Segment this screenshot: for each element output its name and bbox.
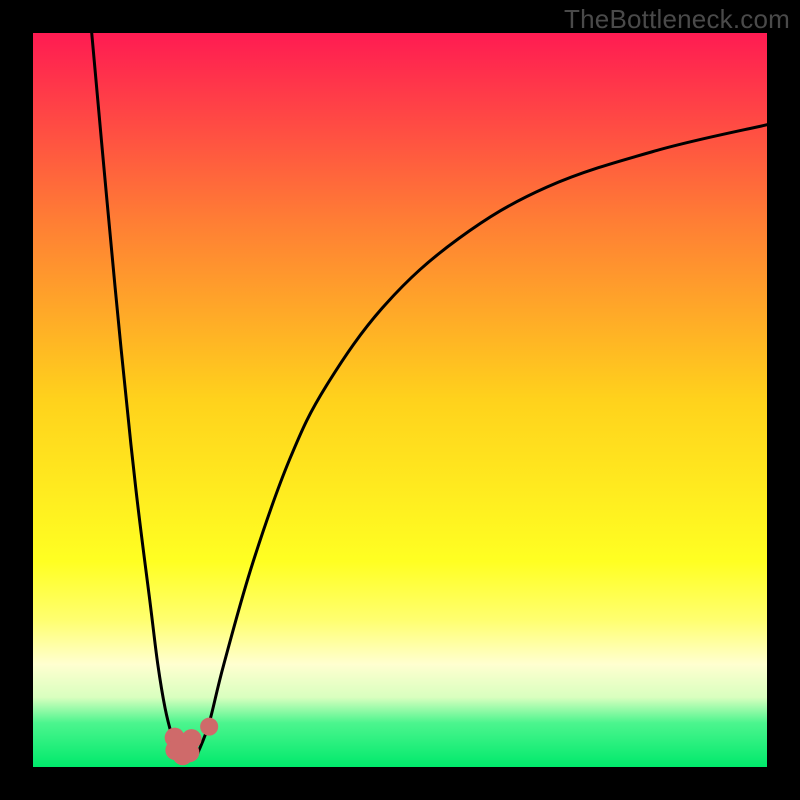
dot-right: [200, 718, 218, 736]
watermark-text: TheBottleneck.com: [564, 4, 790, 35]
plot-area: [33, 33, 767, 767]
bottleneck-curve-chart: [33, 33, 767, 767]
gradient-background: [33, 33, 767, 767]
chart-frame: TheBottleneck.com: [0, 0, 800, 800]
u-marker-right-up: [182, 729, 202, 749]
